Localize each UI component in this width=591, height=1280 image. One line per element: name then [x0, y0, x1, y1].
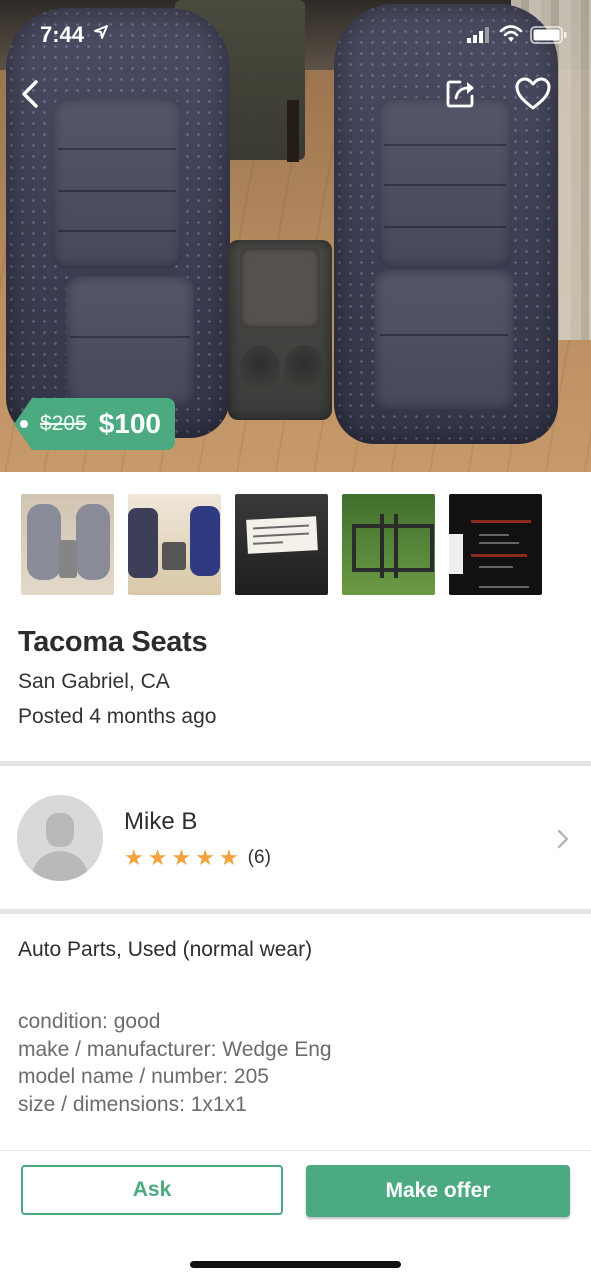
- listing-title: Tacoma Seats: [18, 626, 208, 658]
- thumb-row: [471, 520, 531, 523]
- seat-rib: [58, 190, 176, 192]
- chevron-right-icon: [557, 829, 569, 849]
- seller-profile-row[interactable]: Mike B ★ ★ ★ ★ ★ (6): [0, 768, 591, 908]
- thumb-bar: [394, 514, 398, 578]
- location-arrow-icon: [94, 25, 108, 39]
- seller-avatar: [17, 795, 103, 881]
- seat-rib: [380, 334, 508, 336]
- listing-category: Auto Parts, Used (normal wear): [18, 938, 313, 961]
- seat-cushion-panel: [374, 270, 514, 410]
- seat-back-panel: [378, 98, 512, 268]
- thumb-row: [479, 566, 513, 568]
- thumb-seat: [27, 504, 61, 580]
- current-price: $100: [98, 408, 162, 439]
- listing-photo[interactable]: 7:44 $205 $100: [0, 0, 591, 472]
- thumb-row: [479, 586, 529, 588]
- price-tag: $205 $100: [14, 398, 176, 450]
- favorite-button[interactable]: [514, 76, 552, 112]
- seat-cushion-panel: [66, 276, 194, 406]
- cup-holder: [240, 345, 280, 393]
- bottom-action-bar: Ask Make offer: [0, 1150, 591, 1280]
- thumb-seat: [128, 508, 158, 578]
- back-button[interactable]: [14, 74, 50, 114]
- rating-count: (6): [247, 847, 271, 868]
- console-lid: [240, 248, 320, 328]
- seat-rib: [384, 226, 506, 228]
- photo-left-seat: [6, 8, 230, 438]
- star-icon: ★: [147, 845, 168, 870]
- star-icon: ★: [124, 845, 144, 870]
- thumb-row: [479, 542, 519, 544]
- thumbnail-3[interactable]: [235, 494, 328, 595]
- photo-chair-leg: [287, 100, 299, 162]
- thumb-phone: [449, 534, 463, 574]
- seat-rib: [58, 148, 176, 150]
- detail-size: size / dimensions: 1x1x1: [18, 1092, 247, 1116]
- seller-name: Mike B: [124, 808, 198, 835]
- ask-button[interactable]: Ask: [21, 1165, 283, 1215]
- detail-model: model name / number: 205: [18, 1065, 269, 1088]
- make-offer-button[interactable]: Make offer: [306, 1165, 570, 1217]
- seller-rating: ★ ★ ★ ★ ★ (6): [124, 847, 271, 869]
- status-time: 7:44: [40, 22, 85, 47]
- price-tag-hole: [20, 420, 28, 428]
- thumb-bar: [380, 514, 384, 578]
- listing-location: San Gabriel, CA: [18, 670, 170, 693]
- detail-condition: condition: good: [18, 1010, 161, 1033]
- seat-back-panel: [52, 98, 182, 268]
- thumbnail-5[interactable]: [449, 494, 542, 595]
- listing-details: condition: good make / manufacturer: Wed…: [18, 1008, 332, 1118]
- thumb-seat: [190, 506, 220, 576]
- thumbnail-2[interactable]: [128, 494, 221, 595]
- cup-holder: [284, 345, 324, 393]
- photo-thumbnails: [21, 494, 542, 595]
- original-price: $205: [40, 412, 87, 435]
- user-placeholder-icon: [17, 795, 103, 881]
- star-icon: ★: [195, 845, 215, 870]
- seat-rib: [384, 184, 506, 186]
- price-tag-body: $205 $100: [14, 398, 176, 450]
- seat-rib: [384, 144, 506, 146]
- seat-rib: [58, 230, 176, 232]
- thumb-frame: [352, 524, 434, 572]
- detail-make: make / manufacturer: Wedge Eng: [18, 1037, 332, 1061]
- wifi-icon: [499, 25, 523, 42]
- home-indicator[interactable]: [190, 1261, 401, 1268]
- status-bar: 7:44: [0, 0, 591, 64]
- thumbnail-4[interactable]: [342, 494, 435, 595]
- thumbnail-1[interactable]: [21, 494, 114, 595]
- photo-right-seat: [334, 4, 558, 444]
- share-button[interactable]: [444, 76, 478, 110]
- seat-rib: [70, 336, 190, 338]
- thumb-row: [471, 554, 527, 557]
- thumb-row: [479, 534, 509, 536]
- cellular-signal-icon: [467, 27, 489, 43]
- thumb-console: [162, 542, 186, 570]
- thumb-seat: [76, 504, 110, 580]
- thumb-console: [59, 540, 77, 578]
- section-divider: [0, 761, 591, 766]
- listing-posted-date: Posted 4 months ago: [18, 705, 217, 728]
- photo-center-console: [228, 240, 332, 420]
- battery-icon: [530, 26, 567, 44]
- star-icon: ★: [218, 845, 239, 870]
- star-icon: ★: [171, 845, 192, 870]
- section-divider: [0, 909, 591, 914]
